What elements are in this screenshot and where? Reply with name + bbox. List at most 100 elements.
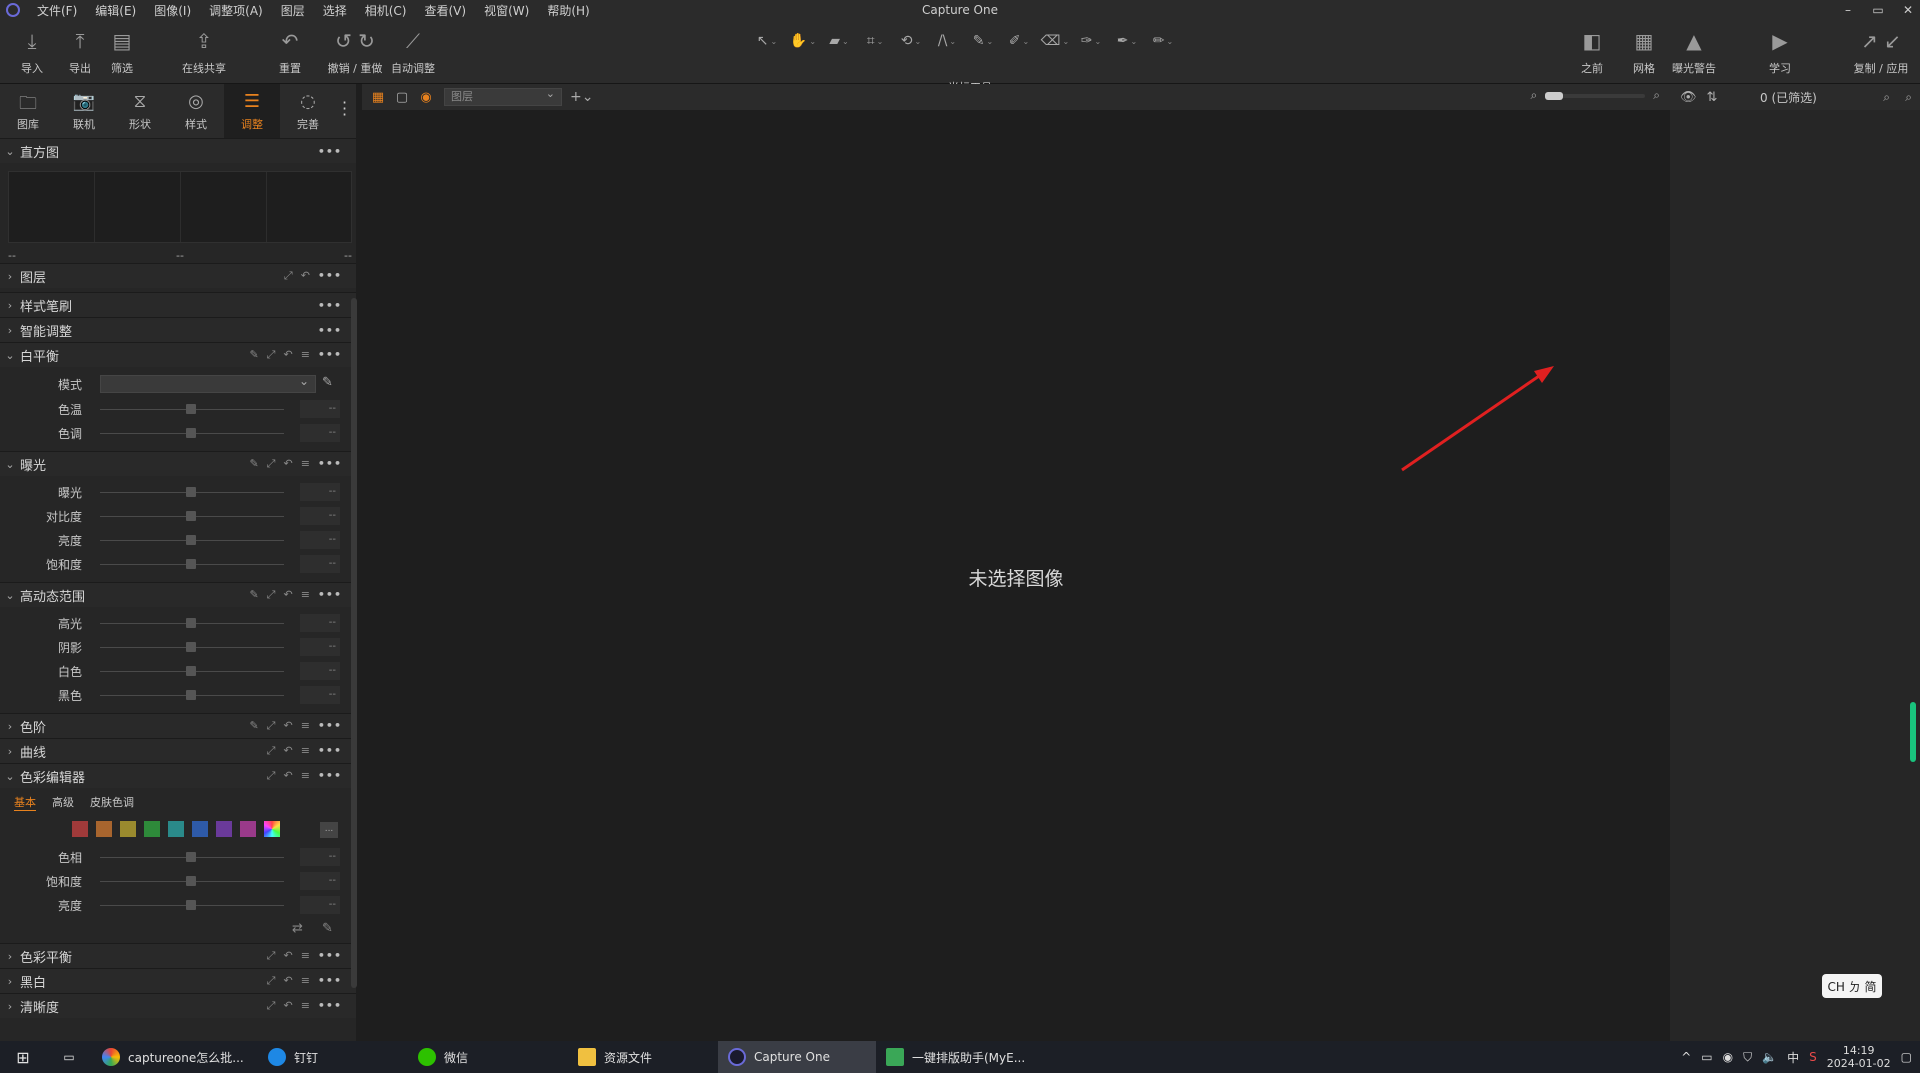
- network-icon[interactable]: ▭: [1701, 1050, 1712, 1064]
- shield-icon[interactable]: ⛉: [1743, 1050, 1752, 1065]
- grid-button[interactable]: ▦ 网格: [1616, 28, 1672, 76]
- undo-redo-button[interactable]: ↺ ↻ 撤销 / 重做: [320, 28, 390, 76]
- slider-value-field[interactable]: --: [300, 638, 340, 656]
- slider-handle[interactable]: [186, 428, 196, 438]
- list-icon[interactable]: ≡: [301, 719, 310, 733]
- slider-value-field[interactable]: --: [300, 555, 340, 573]
- slider-handle[interactable]: [186, 559, 196, 569]
- slider-value-field[interactable]: --: [300, 848, 340, 866]
- add-layer-icon[interactable]: +⌄: [570, 89, 593, 105]
- more-icon[interactable]: •••: [318, 588, 342, 602]
- more-icon[interactable]: •••: [318, 719, 342, 733]
- gradient-cursor-tool[interactable]: ✒ ⌄: [1112, 30, 1142, 52]
- copy-icon[interactable]: ⤢: [267, 348, 276, 362]
- list-icon[interactable]: ≡: [301, 588, 310, 602]
- tab-lens[interactable]: ⧖ 形状: [112, 84, 168, 138]
- eye-view-icon[interactable]: ◉: [414, 87, 438, 107]
- grid-view-icon[interactable]: ▦: [366, 87, 390, 107]
- taskbar-wechat[interactable]: 微信: [408, 1041, 568, 1073]
- slider-value-field[interactable]: --: [300, 483, 340, 501]
- copy-apply-button[interactable]: ↗ ↙ 复制 / 应用: [1846, 28, 1916, 76]
- share-button[interactable]: ⇪ 在线共享: [176, 28, 232, 76]
- slider-handle[interactable]: [186, 404, 196, 414]
- list-icon[interactable]: ≡: [301, 769, 310, 783]
- list-icon[interactable]: ≡: [301, 457, 310, 471]
- security-icon[interactable]: ◉: [1723, 1050, 1733, 1064]
- picker-icon[interactable]: ✎: [249, 457, 258, 471]
- zoom-search-icon[interactable]: ⌕: [1883, 90, 1890, 105]
- slider-value-field[interactable]: --: [300, 400, 340, 418]
- slider-handle[interactable]: [186, 511, 196, 521]
- menu-select[interactable]: 选择: [314, 2, 356, 19]
- color-balance-header[interactable]: › 色彩平衡 ⤢ ↶ ≡ •••: [0, 943, 356, 968]
- reset-icon[interactable]: ↶: [301, 269, 310, 283]
- browser-panel[interactable]: [1670, 110, 1920, 1041]
- eye-icon[interactable]: 👁: [1680, 90, 1697, 105]
- swatch-red[interactable]: [72, 821, 88, 837]
- tab-skin-tone[interactable]: 皮肤色调: [90, 794, 134, 811]
- swatch-purple[interactable]: [216, 821, 232, 837]
- histogram-header[interactable]: ⌄ 直方图 •••: [0, 138, 356, 163]
- copy-icon[interactable]: ⤢: [267, 457, 276, 471]
- volume-icon[interactable]: 🔈: [1762, 1050, 1777, 1064]
- zoom-slider-handle[interactable]: [1545, 91, 1564, 100]
- more-icon[interactable]: •••: [318, 145, 342, 158]
- slider-value-field[interactable]: --: [300, 662, 340, 680]
- reset-button[interactable]: ↶ 重置: [262, 28, 318, 76]
- tab-library[interactable]: 🗀 图库: [0, 84, 56, 138]
- single-view-icon[interactable]: ▢: [390, 87, 414, 107]
- list-icon[interactable]: ≡: [301, 348, 310, 362]
- more-icon[interactable]: •••: [318, 999, 342, 1013]
- reset-icon[interactable]: ↶: [283, 588, 292, 602]
- layers-header[interactable]: › 图层 ⤢ ↶ •••: [0, 263, 356, 288]
- copy-icon[interactable]: ⤢: [267, 949, 276, 963]
- exposure-warning-button[interactable]: ▲ 曝光警告: [1666, 28, 1722, 76]
- notification-icon[interactable]: ▢: [1901, 1050, 1912, 1064]
- select-cursor-tool[interactable]: ↖ ⌄: [752, 30, 782, 52]
- zoom-in-icon[interactable]: ⌕: [1653, 88, 1660, 103]
- taskbar-myeditor[interactable]: 一键排版助手(MyE...: [876, 1041, 1036, 1073]
- brush-cursor-tool[interactable]: ✑ ⌄: [1076, 30, 1106, 52]
- more-icon[interactable]: •••: [318, 974, 342, 988]
- slider-handle[interactable]: [186, 876, 196, 886]
- taskbar-capture-one[interactable]: Capture One: [718, 1041, 876, 1073]
- slider-handle[interactable]: [186, 852, 196, 862]
- heal-cursor-tool[interactable]: ✐ ⌄: [1004, 30, 1034, 52]
- slider-handle[interactable]: [186, 666, 196, 676]
- swatch-more-button[interactable]: ...: [320, 822, 338, 838]
- auto-adjust-button[interactable]: ⟋ 自动调整: [385, 28, 441, 76]
- reset-icon[interactable]: ↶: [283, 348, 292, 362]
- reset-icon[interactable]: ↶: [283, 744, 292, 758]
- menu-file[interactable]: 文件(F): [28, 2, 86, 19]
- eyedropper-icon[interactable]: ✎: [322, 921, 333, 936]
- slider-handle[interactable]: [186, 487, 196, 497]
- hdr-header[interactable]: ⌄ 高动态范围 ✎ ⤢ ↶ ≡ •••: [0, 582, 356, 607]
- menu-camera[interactable]: 相机(C): [356, 2, 416, 19]
- tab-basic[interactable]: 基本: [14, 794, 36, 811]
- style-brush-header[interactable]: › 样式笔刷 •••: [0, 292, 356, 317]
- black-white-header[interactable]: › 黑白 ⤢ ↶ ≡ •••: [0, 968, 356, 993]
- swatch-orange[interactable]: [96, 821, 112, 837]
- white-balance-header[interactable]: ⌄ 白平衡 ✎ ⤢ ↶ ≡ •••: [0, 342, 356, 367]
- menu-adjustments[interactable]: 调整项(A): [200, 2, 272, 19]
- menu-edit[interactable]: 编辑(E): [86, 2, 145, 19]
- more-icon[interactable]: •••: [318, 299, 342, 312]
- smart-adjust-header[interactable]: › 智能调整 •••: [0, 317, 356, 342]
- clarity-header[interactable]: › 清晰度 ⤢ ↶ ≡ •••: [0, 993, 356, 1018]
- tab-refine[interactable]: ◌ 完善: [280, 84, 336, 138]
- slider-handle[interactable]: [186, 642, 196, 652]
- keystone-cursor-tool[interactable]: /\ ⌄: [932, 30, 962, 52]
- menu-help[interactable]: 帮助(H): [538, 2, 598, 19]
- reset-icon[interactable]: ↶: [283, 719, 292, 733]
- zoom-out-icon[interactable]: ⌕: [1531, 88, 1538, 103]
- menu-view[interactable]: 查看(V): [416, 2, 476, 19]
- swatch-blue[interactable]: [192, 821, 208, 837]
- slider-value-field[interactable]: --: [300, 614, 340, 632]
- annotate-cursor-tool[interactable]: ✏ ⌄: [1148, 30, 1178, 52]
- slider-value-field[interactable]: --: [300, 424, 340, 442]
- taskbar-explorer[interactable]: 资源文件: [568, 1041, 718, 1073]
- more-icon[interactable]: •••: [318, 457, 342, 471]
- tab-styles[interactable]: ◎ 样式: [168, 84, 224, 138]
- slider-handle[interactable]: [186, 535, 196, 545]
- swatch-green[interactable]: [144, 821, 160, 837]
